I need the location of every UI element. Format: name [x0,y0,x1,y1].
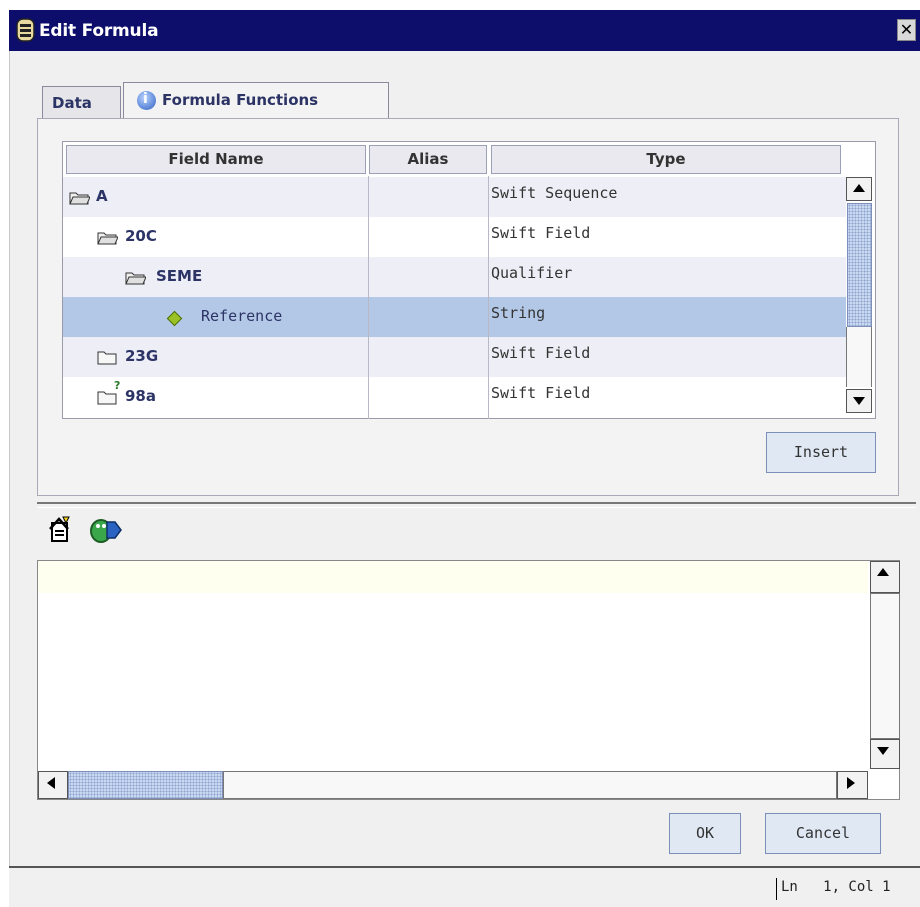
splitter[interactable] [37,502,916,508]
row-type: String [491,304,546,322]
row-field-name: A [96,187,108,205]
status-separator [776,878,777,900]
field-table: Field Name Alias Type A Swift Sequence 2… [62,141,876,419]
row-field-name: 98a [125,387,156,405]
open-folder-icon [69,192,90,205]
current-line-highlight [38,561,868,593]
table-scroll-track[interactable] [846,327,872,387]
cursor-position: Ln 1, Col 1 [781,879,891,895]
editor-scroll-right-button[interactable] [837,771,868,799]
row-field-name: 20C [125,227,157,245]
editor-scroll-down-button[interactable] [870,739,900,769]
editor-hscroll-track[interactable] [223,771,837,799]
tab-formula-functions-label: Formula Functions [162,91,319,109]
insert-button[interactable]: Insert [766,432,876,473]
ok-button[interactable]: OK [669,813,741,854]
row-field-name: Reference [201,307,283,325]
editor-hscroll-thumb[interactable] [68,771,223,799]
table-row[interactable]: SEME Qualifier [63,257,846,297]
dialog-title: Edit Formula [39,21,159,41]
editor-scroll-up-button[interactable] [870,561,900,593]
table-scroll-thumb[interactable] [847,203,872,327]
cancel-button[interactable]: Cancel [765,813,881,854]
row-type: Swift Field [491,224,591,242]
editor-scroll-left-button[interactable] [38,771,68,799]
row-field-name: 23G [125,347,159,365]
open-folder-icon [97,232,118,245]
title-bar: Edit Formula ✕ [9,10,920,51]
row-type: Qualifier [491,264,573,282]
column-header-field-name[interactable]: Field Name [66,145,366,174]
row-type: Swift Field [491,344,591,362]
table-row[interactable]: ? 98a Swift Field [63,377,846,417]
table-row[interactable]: A Swift Sequence [63,177,846,217]
close-button[interactable]: ✕ [897,19,916,41]
row-field-name: SEME [156,267,203,285]
formula-app-icon [16,18,35,42]
tab-data[interactable]: Data [42,86,121,119]
tab-formula-functions[interactable]: Formula Functions [123,82,389,119]
optional-folder-icon [97,391,117,405]
table-scroll-down-button[interactable] [846,389,872,413]
tab-data-label: Data [52,94,92,112]
table-row-selected[interactable]: Reference String [63,297,846,337]
column-header-type[interactable]: Type [491,145,841,174]
row-type: Swift Field [491,384,591,402]
close-icon: ✕ [899,20,914,39]
format-icon[interactable] [47,515,73,543]
column-header-alias[interactable]: Alias [369,145,487,174]
closed-folder-icon [97,351,117,365]
table-scroll-up-button[interactable] [846,177,872,201]
formula-editor[interactable] [37,560,900,800]
diamond-icon [166,310,183,327]
editor-vscroll-track[interactable] [870,593,900,739]
status-bar: Ln 1, Col 1 [9,866,920,907]
open-folder-icon [125,272,146,285]
optional-badge: ? [114,379,121,392]
column-divider [368,176,369,419]
debug-icon[interactable] [89,515,123,545]
table-row[interactable]: 23G Swift Field [63,337,846,377]
table-row[interactable]: 20C Swift Field [63,217,846,257]
column-divider [488,176,489,419]
row-type: Swift Sequence [491,184,618,202]
info-icon [137,91,156,110]
